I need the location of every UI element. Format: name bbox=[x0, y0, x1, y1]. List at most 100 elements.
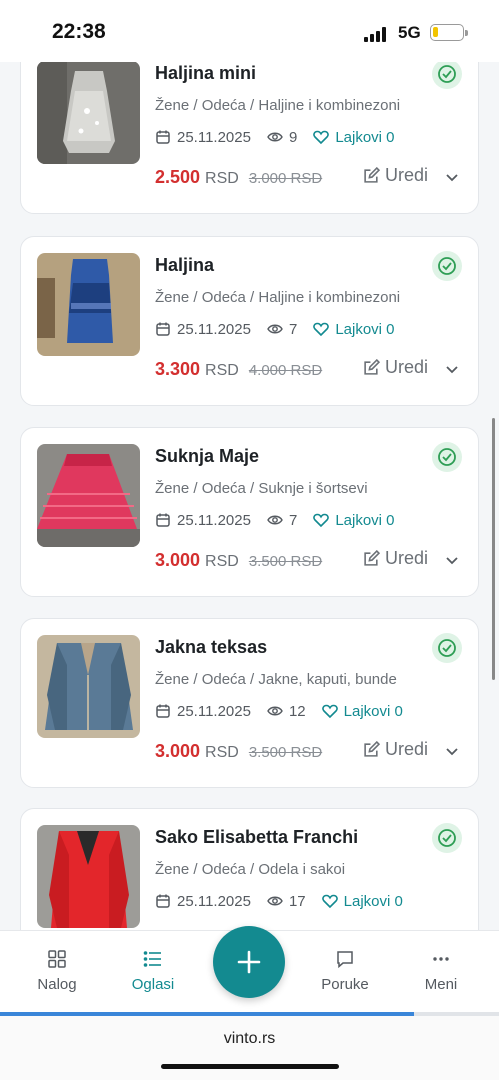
listing-category: Žene / Odeća / Jakne, kaputi, bunde bbox=[155, 671, 397, 688]
price-row: 3.000 RSD 3.500 RSD bbox=[155, 550, 322, 571]
chevron-down-icon[interactable] bbox=[444, 552, 460, 568]
edit-label: Uredi bbox=[384, 739, 428, 759]
heart-icon bbox=[313, 513, 330, 528]
chat-icon bbox=[337, 951, 353, 969]
more-icon bbox=[433, 957, 449, 961]
heart-icon bbox=[321, 894, 338, 909]
listing-views: 7 bbox=[288, 511, 298, 529]
eye-icon bbox=[267, 132, 283, 142]
edit-icon bbox=[364, 359, 380, 375]
listing-price: 2.500 bbox=[155, 167, 201, 187]
listing-price: 3.000 bbox=[155, 550, 201, 570]
check-circle-icon bbox=[438, 829, 456, 847]
edit-button[interactable]: Uredi bbox=[363, 548, 428, 569]
active-status-badge bbox=[432, 442, 462, 472]
eye-icon bbox=[267, 706, 283, 716]
add-listing-button[interactable] bbox=[213, 926, 285, 998]
edit-button[interactable]: Uredi bbox=[363, 739, 428, 760]
listing-category: Žene / Odeća / Haljine i kombinezoni bbox=[155, 289, 401, 306]
listing-price: 3.000 bbox=[155, 741, 201, 761]
edit-label: Uredi bbox=[384, 165, 428, 185]
check-circle-icon bbox=[438, 448, 456, 466]
list-icon bbox=[143, 951, 161, 967]
chevron-down-icon[interactable] bbox=[444, 169, 460, 185]
status-bar: 22:38 5G bbox=[0, 0, 499, 62]
listing-currency: RSD bbox=[205, 553, 239, 570]
nav-label: Nalog bbox=[37, 976, 77, 993]
listing-meta: 25.11.2025 7 Lajkovi 0 bbox=[155, 319, 395, 339]
bottom-navigation: Nalog Oglasi Poruke Meni bbox=[0, 926, 499, 1014]
heart-icon bbox=[313, 130, 330, 145]
listing-views: 17 bbox=[288, 892, 306, 910]
listing-thumbnail[interactable] bbox=[37, 444, 140, 547]
listing-currency: RSD bbox=[205, 744, 239, 761]
plus-icon bbox=[237, 950, 261, 974]
edit-button[interactable]: Uredi bbox=[363, 165, 428, 186]
listing-date: 25.11.2025 bbox=[177, 892, 251, 910]
listing-likes[interactable]: Lajkovi 0 bbox=[335, 129, 394, 146]
listing-thumbnail[interactable] bbox=[37, 825, 140, 928]
calendar-icon bbox=[156, 513, 170, 527]
nav-label: Poruke bbox=[321, 976, 369, 993]
listing-card[interactable]: Suknja Maje Žene / Odeća / Suknje i šort… bbox=[20, 427, 479, 597]
listing-date: 25.11.2025 bbox=[177, 511, 251, 529]
nav-label: Meni bbox=[424, 976, 458, 993]
edit-icon bbox=[364, 550, 380, 566]
eye-icon bbox=[267, 515, 283, 525]
grid-icon bbox=[48, 950, 66, 968]
eye-icon bbox=[267, 324, 283, 334]
status-time: 22:38 bbox=[52, 20, 106, 43]
listing-thumbnail[interactable] bbox=[37, 635, 140, 738]
listing-thumbnail[interactable] bbox=[37, 253, 140, 356]
nav-item-oglasi[interactable]: Oglasi bbox=[113, 949, 193, 993]
listing-title[interactable]: Suknja Maje bbox=[155, 446, 259, 467]
listings-scroll-area[interactable]: Haljina mini Žene / Odeća / Haljine i ko… bbox=[0, 0, 499, 930]
edit-label: Uredi bbox=[384, 357, 428, 377]
listing-likes[interactable]: Lajkovi 0 bbox=[344, 703, 403, 720]
nav-label: Oglasi bbox=[131, 976, 175, 993]
listing-meta: 25.11.2025 17 Lajkovi 0 bbox=[155, 891, 403, 911]
check-circle-icon bbox=[438, 257, 456, 275]
nav-item-meni[interactable]: Meni bbox=[401, 949, 481, 993]
listing-card[interactable]: Haljina mini Žene / Odeća / Haljine i ko… bbox=[20, 44, 479, 214]
calendar-icon bbox=[156, 704, 170, 718]
listing-thumbnail[interactable] bbox=[37, 61, 140, 164]
listing-title[interactable]: Jakna teksas bbox=[155, 637, 267, 658]
url-text[interactable]: vinto.rs bbox=[0, 1030, 499, 1048]
active-status-badge bbox=[432, 823, 462, 853]
home-indicator[interactable] bbox=[161, 1064, 339, 1069]
edit-icon bbox=[364, 167, 380, 183]
check-circle-icon bbox=[438, 639, 456, 657]
listing-card[interactable]: Jakna teksas Žene / Odeća / Jakne, kaput… bbox=[20, 618, 479, 788]
listing-card[interactable]: Sako Elisabetta Franchi Žene / Odeća / O… bbox=[20, 808, 479, 930]
network-type: 5G bbox=[398, 23, 421, 42]
edit-button[interactable]: Uredi bbox=[363, 357, 428, 378]
listing-title[interactable]: Haljina mini bbox=[155, 63, 256, 84]
listing-meta: 25.11.2025 9 Lajkovi 0 bbox=[155, 127, 395, 147]
listing-title[interactable]: Haljina bbox=[155, 255, 214, 276]
listing-views: 12 bbox=[288, 702, 306, 720]
heart-icon bbox=[313, 322, 330, 337]
price-row: 2.500 RSD 3.000 RSD bbox=[155, 167, 322, 188]
calendar-icon bbox=[156, 322, 170, 336]
chevron-down-icon[interactable] bbox=[444, 743, 460, 759]
scrollbar[interactable] bbox=[492, 418, 495, 680]
listing-likes[interactable]: Lajkovi 0 bbox=[344, 893, 403, 910]
battery-icon bbox=[430, 24, 468, 41]
listing-views: 7 bbox=[288, 320, 298, 338]
chevron-down-icon[interactable] bbox=[444, 361, 460, 377]
listing-category: Žene / Odeća / Odela i sakoi bbox=[155, 861, 346, 878]
listing-likes[interactable]: Lajkovi 0 bbox=[335, 321, 394, 338]
nav-item-poruke[interactable]: Poruke bbox=[305, 949, 385, 993]
listing-old-price: 3.500 RSD bbox=[248, 744, 323, 761]
edit-icon bbox=[364, 741, 380, 757]
listing-category: Žene / Odeća / Haljine i kombinezoni bbox=[155, 97, 401, 114]
active-status-badge bbox=[432, 59, 462, 89]
listing-card[interactable]: Haljina Žene / Odeća / Haljine i kombine… bbox=[20, 236, 479, 406]
listing-meta: 25.11.2025 7 Lajkovi 0 bbox=[155, 510, 395, 530]
price-row: 3.300 RSD 4.000 RSD bbox=[155, 359, 322, 380]
nav-item-nalog[interactable]: Nalog bbox=[17, 949, 97, 993]
browser-address-bar[interactable]: vinto.rs bbox=[0, 1016, 499, 1080]
listing-likes[interactable]: Lajkovi 0 bbox=[335, 512, 394, 529]
listing-title[interactable]: Sako Elisabetta Franchi bbox=[155, 827, 358, 848]
